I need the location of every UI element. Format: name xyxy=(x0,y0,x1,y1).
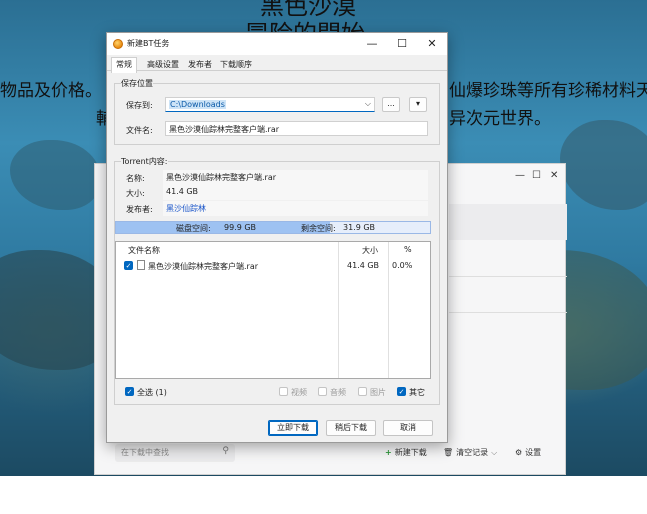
minimize-button[interactable]: — xyxy=(357,35,387,53)
column-header-percent[interactable]: % xyxy=(404,245,412,254)
remaining-space-label: 剩余空间: xyxy=(301,224,336,233)
maximize-button[interactable]: ☐ xyxy=(387,35,417,53)
trash-icon: 🗑 xyxy=(443,448,454,457)
select-all-label[interactable]: 全选 (1) xyxy=(137,387,167,398)
dialog-title: 新建BT任务 xyxy=(127,39,170,48)
divider xyxy=(449,312,567,313)
save-to-label: 保存到: xyxy=(126,101,153,110)
list-row-highlight xyxy=(449,204,567,240)
image-filter-label[interactable]: 图片 xyxy=(370,387,386,398)
plus-icon: + xyxy=(385,448,392,457)
new-bt-task-dialog: 新建BT任务 — ☐ ✕ 常规 高级设置 发布者 下载顺序 保存位置 保存到: … xyxy=(106,32,448,443)
torrent-size-label: 大小: xyxy=(126,189,145,198)
bg-text-right: 仙爆珍珠等所有珍稀材料天 xyxy=(449,81,647,101)
remaining-space-value: 31.9 GB xyxy=(343,223,376,232)
disk-space-label: 磁盘空间: xyxy=(176,224,211,233)
column-header-name[interactable]: 文件名称 xyxy=(128,245,160,256)
clear-records-label: 清空记录 xyxy=(456,448,489,457)
select-all-checkbox[interactable]: ✓ xyxy=(125,387,134,396)
file-row-name: 黑色沙漠仙踪林完整客户端.rar xyxy=(148,262,259,271)
torrent-name-label: 名称: xyxy=(126,174,145,183)
rock-decoration xyxy=(560,120,647,210)
bg-text-right-2: 异次元世界。 xyxy=(449,109,551,129)
column-header-size[interactable]: 大小 xyxy=(362,245,378,256)
dialog-tabs: 常规 高级设置 发布者 下载顺序 xyxy=(107,55,447,73)
image-filter-checkbox[interactable] xyxy=(358,387,367,396)
chevron-down-icon[interactable]: ⌵ xyxy=(365,99,371,109)
rock-decoration xyxy=(10,140,100,210)
close-button[interactable]: ✕ xyxy=(417,35,447,53)
file-name-label: 文件名: xyxy=(126,126,153,135)
search-icon[interactable]: ⚲ xyxy=(222,446,229,456)
disk-space-fill xyxy=(116,222,330,233)
new-download-button[interactable]: + 新建下载 xyxy=(385,447,427,458)
divider xyxy=(449,276,567,277)
clear-records-button[interactable]: 🗑 清空记录 ⌵ xyxy=(443,447,497,458)
save-to-field[interactable]: C:\Downloads ⌵ xyxy=(165,97,375,112)
tab-download-order[interactable]: 下载顺序 xyxy=(220,59,252,70)
video-filter-checkbox[interactable] xyxy=(279,387,288,396)
save-location-title: 保存位置 xyxy=(121,78,153,89)
file-icon xyxy=(137,260,145,270)
close-button[interactable]: ✕ xyxy=(550,170,558,181)
tab-advanced[interactable]: 高级设置 xyxy=(147,59,179,70)
chevron-down-icon: ⌵ xyxy=(491,448,498,457)
audio-filter-checkbox[interactable] xyxy=(318,387,327,396)
video-filter-label[interactable]: 视频 xyxy=(291,387,307,398)
disk-space-bar: 磁盘空间: 99.9 GB 剩余空间: 31.9 GB xyxy=(115,221,431,234)
file-row-percent: 0.0% xyxy=(392,261,413,270)
torrent-name-value: 黑色沙漠仙踪林完整客户端.rar xyxy=(163,170,428,185)
tab-general[interactable]: 常规 xyxy=(111,57,137,73)
download-search-input[interactable]: 在下载中查找 ⚲ xyxy=(115,444,235,462)
torrent-size-value: 41.4 GB xyxy=(163,185,428,200)
table-row[interactable]: ✓ 黑色沙漠仙踪林完整客户端.rar 41.4 GB 0.0% xyxy=(116,259,430,273)
app-logo-icon xyxy=(113,39,123,49)
torrent-publisher-link[interactable]: 黑沙仙踪林 xyxy=(163,201,428,216)
bg-text-left: 物品及价格。 xyxy=(0,81,102,101)
browse-button[interactable]: ... xyxy=(382,97,400,112)
dialog-titlebar[interactable]: 新建BT任务 — ☐ ✕ xyxy=(107,33,447,55)
torrent-publisher-label: 发布者: xyxy=(126,205,153,214)
file-name-field[interactable]: 黑色沙漠仙踪林完整客户端.rar xyxy=(165,121,428,136)
torrent-content-title: Torrent内容: xyxy=(121,156,168,167)
download-later-button[interactable]: 稍后下载 xyxy=(326,420,376,436)
minimize-button[interactable]: — xyxy=(515,170,525,181)
settings-label: 设置 xyxy=(525,448,542,457)
other-filter-checkbox[interactable]: ✓ xyxy=(397,387,406,396)
new-download-label: 新建下载 xyxy=(394,448,427,457)
file-row-checkbox[interactable]: ✓ xyxy=(124,261,133,270)
cancel-button[interactable]: 取消 xyxy=(383,420,433,436)
save-to-value: C:\Downloads xyxy=(169,100,226,109)
disk-space-value: 99.9 GB xyxy=(224,223,257,232)
maximize-button[interactable]: ☐ xyxy=(532,170,541,181)
file-row-size: 41.4 GB xyxy=(347,261,380,270)
location-dropdown-button[interactable]: ▾ xyxy=(409,97,427,112)
search-placeholder: 在下载中查找 xyxy=(121,448,169,457)
audio-filter-label[interactable]: 音频 xyxy=(330,387,346,398)
other-filter-label[interactable]: 其它 xyxy=(409,387,425,398)
tab-publisher[interactable]: 发布者 xyxy=(188,59,212,70)
download-now-button[interactable]: 立即下载 xyxy=(268,420,318,436)
gear-icon: ⚙ xyxy=(515,448,523,457)
settings-button[interactable]: ⚙ 设置 xyxy=(515,447,541,458)
torrent-file-list[interactable]: 文件名称 大小 % ✓ 黑色沙漠仙踪林完整客户端.rar 41.4 GB 0.0… xyxy=(115,241,431,379)
